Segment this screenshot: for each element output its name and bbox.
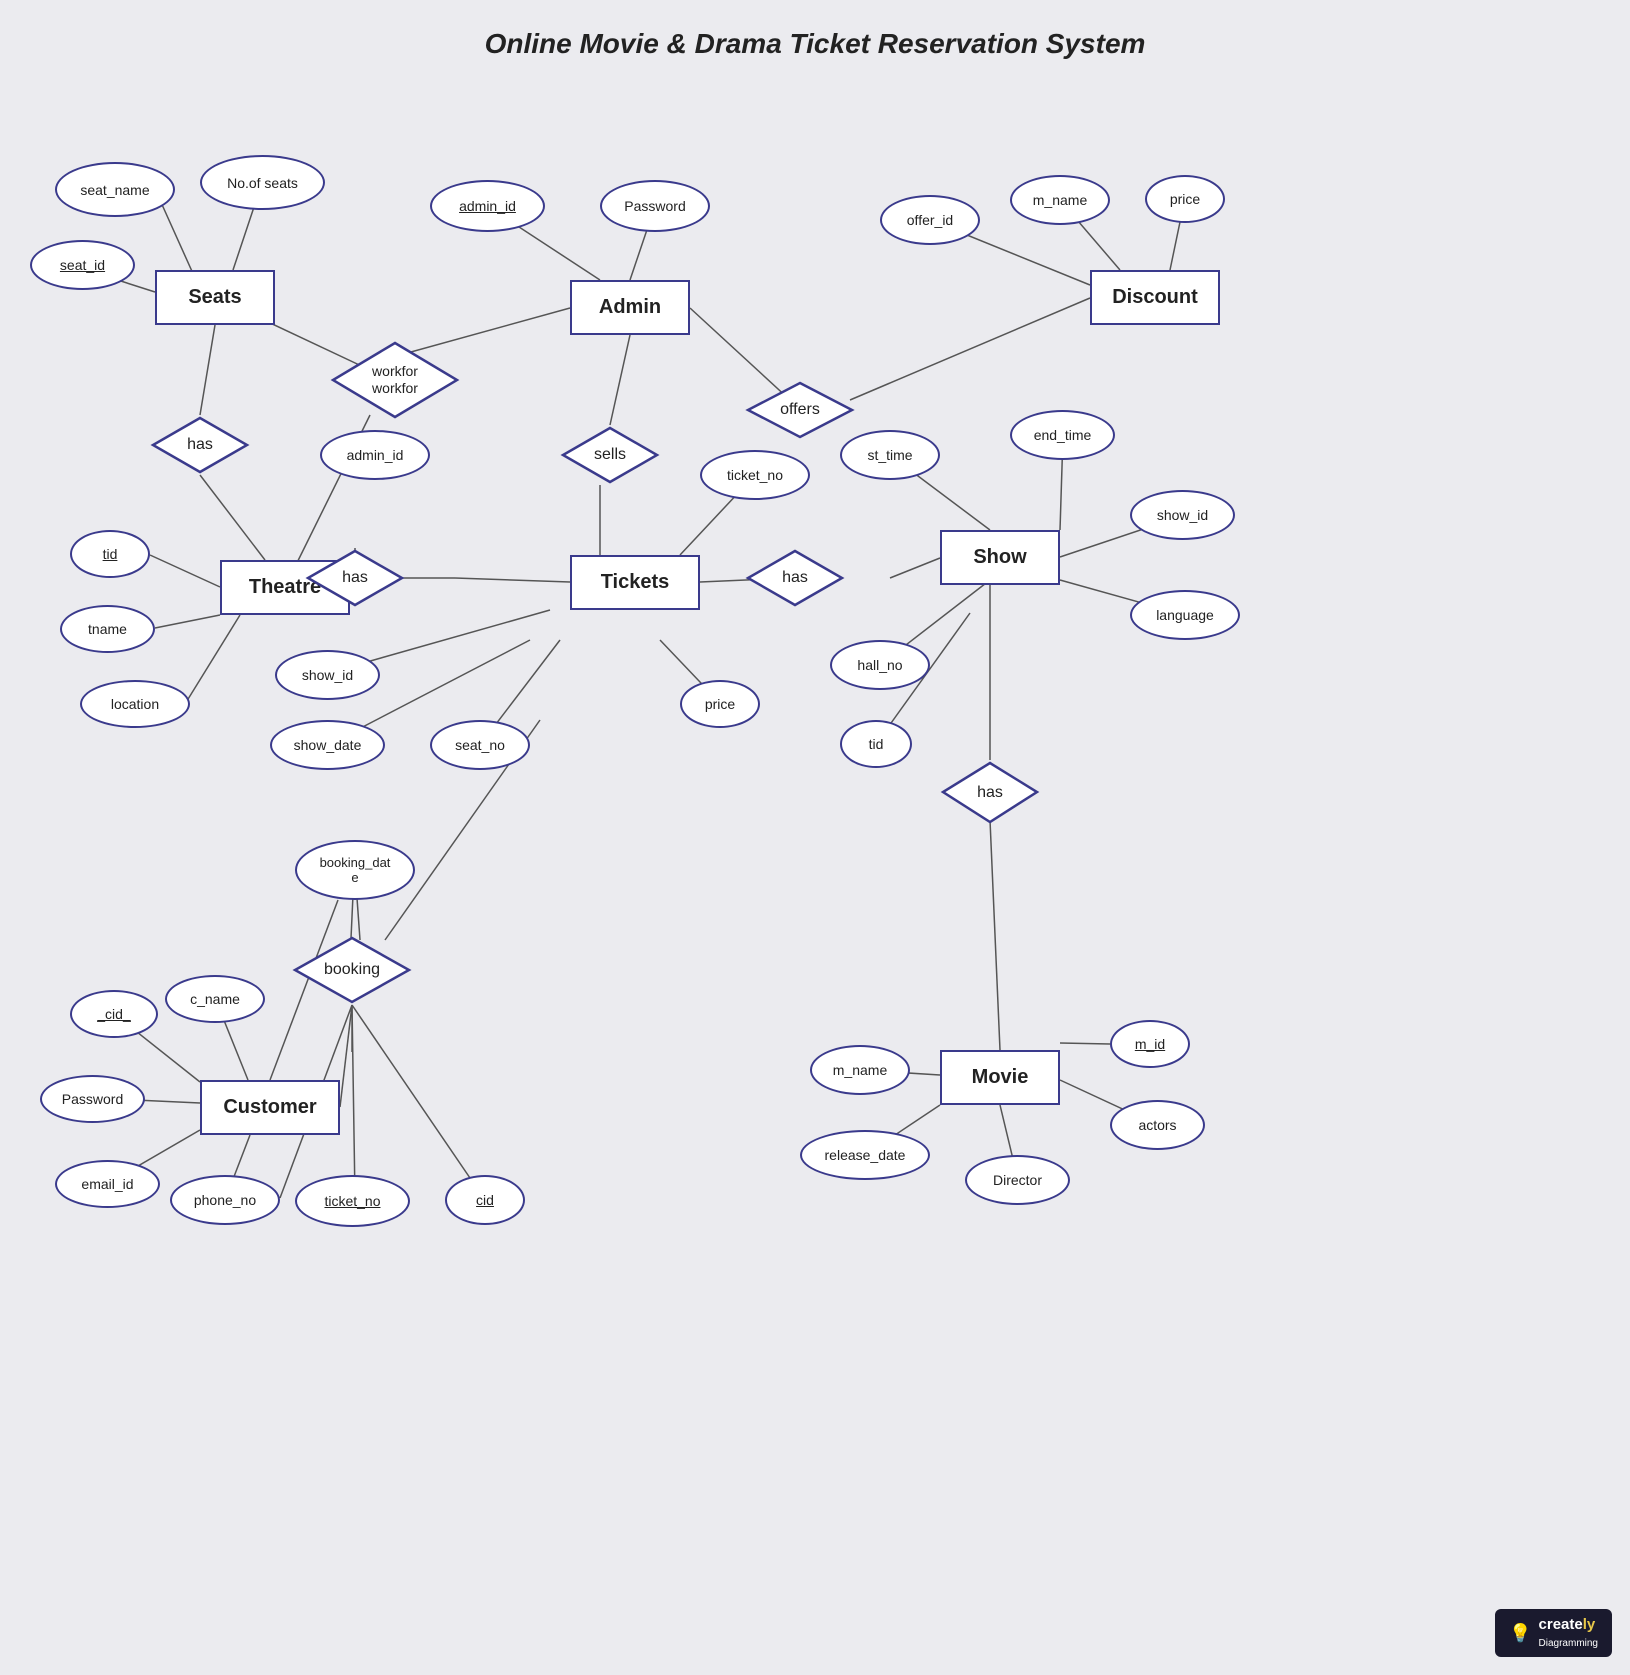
attr-m-name-disc: m_name xyxy=(1010,175,1110,225)
attr-show-date: show_date xyxy=(270,720,385,770)
relation-workfor: workforworkfor xyxy=(330,340,460,420)
attr-end-time: end_time xyxy=(1010,410,1115,460)
relation-has4: has xyxy=(940,760,1040,825)
entity-seats: Seats xyxy=(155,270,275,325)
attr-tname: tname xyxy=(60,605,155,653)
attr-director: Director xyxy=(965,1155,1070,1205)
entity-tickets: Tickets xyxy=(570,555,700,610)
attr-admin-id-rel: admin_id xyxy=(320,430,430,480)
attr-offer-id: offer_id xyxy=(880,195,980,245)
attr-c-name: c_name xyxy=(165,975,265,1023)
attr-hall-no: hall_no xyxy=(830,640,930,690)
attr-price-ticket: price xyxy=(680,680,760,728)
brand-name: createlyDiagramming xyxy=(1539,1616,1598,1650)
attr-st-time: st_time xyxy=(840,430,940,480)
attr-ticket-no-booking: ticket_no xyxy=(295,1175,410,1227)
attr-seat-name: seat_name xyxy=(55,162,175,217)
relation-sells: sells xyxy=(560,425,660,485)
diagram-container: Online Movie & Drama Ticket Reservation … xyxy=(0,0,1630,1675)
bulb-icon: 💡 xyxy=(1509,1623,1531,1644)
entity-show: Show xyxy=(940,530,1060,585)
attr-password-admin: Password xyxy=(600,180,710,232)
attr-cid: _cid_ xyxy=(70,990,158,1038)
attr-seat-no: seat_no xyxy=(430,720,530,770)
attr-tid-show: tid xyxy=(840,720,912,768)
attr-language: language xyxy=(1130,590,1240,640)
attr-cid-booking: cid xyxy=(445,1175,525,1225)
attr-show-id-ticket: show_id xyxy=(275,650,380,700)
entity-movie: Movie xyxy=(940,1050,1060,1105)
relation-has1: has xyxy=(150,415,250,475)
attr-email-id: email_id xyxy=(55,1160,160,1208)
entity-discount: Discount xyxy=(1090,270,1220,325)
relation-offers: offers xyxy=(745,380,855,440)
attr-m-name-movie: m_name xyxy=(810,1045,910,1095)
attr-seat-id: seat_id xyxy=(30,240,135,290)
entity-admin: Admin xyxy=(570,280,690,335)
attr-ticket-no-top: ticket_no xyxy=(700,450,810,500)
attr-admin-id-top: admin_id xyxy=(430,180,545,232)
attr-booking-date: booking_date xyxy=(295,840,415,900)
attr-no-of-seats: No.of seats xyxy=(200,155,325,210)
attr-release-date: release_date xyxy=(800,1130,930,1180)
attr-password-cust: Password xyxy=(40,1075,145,1123)
relation-has3: has xyxy=(745,548,845,608)
attr-m-id: m_id xyxy=(1110,1020,1190,1068)
attr-tid-theatre: tid xyxy=(70,530,150,578)
attr-price-disc: price xyxy=(1145,175,1225,223)
attr-phone-no: phone_no xyxy=(170,1175,280,1225)
attr-show-id-show: show_id xyxy=(1130,490,1235,540)
relation-has2: has xyxy=(305,548,405,608)
creately-watermark: 💡 createlyDiagramming xyxy=(1495,1609,1612,1657)
entity-customer: Customer xyxy=(200,1080,340,1135)
attr-location: location xyxy=(80,680,190,728)
er-diagram-lines xyxy=(0,0,1630,1675)
page-title: Online Movie & Drama Ticket Reservation … xyxy=(0,28,1630,60)
attr-actors: actors xyxy=(1110,1100,1205,1150)
relation-booking: booking xyxy=(292,935,412,1005)
